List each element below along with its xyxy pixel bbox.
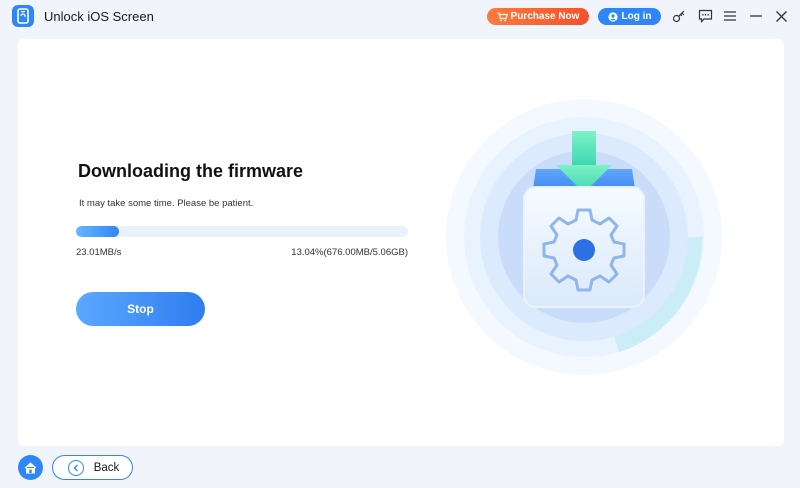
download-size-info: 13.04%(676.00MB/5.06GB) — [291, 247, 408, 258]
patience-message: It may take some time. Please be patient… — [79, 198, 254, 209]
firmware-download-gear-icon — [444, 97, 724, 377]
download-progress-bar — [76, 226, 408, 237]
home-button[interactable] — [18, 455, 43, 480]
login-label: Log in — [621, 11, 652, 22]
title-bar: Unlock iOS Screen Purchase Now Log in — [0, 0, 800, 33]
login-button[interactable]: Log in — [598, 8, 661, 25]
app-title: Unlock iOS Screen — [44, 9, 154, 24]
user-icon — [607, 11, 618, 22]
minimize-icon[interactable] — [748, 8, 764, 24]
purchase-now-label: Purchase Now — [510, 11, 580, 22]
key-icon[interactable] — [671, 8, 687, 24]
main-card: Downloading the firmware It may take som… — [18, 39, 784, 446]
download-speed: 23.01MB/s — [76, 247, 122, 258]
feedback-icon[interactable] — [697, 8, 713, 24]
purchase-now-button[interactable]: Purchase Now — [487, 8, 589, 25]
stop-button[interactable]: Stop — [76, 292, 205, 326]
page-title: Downloading the firmware — [78, 161, 304, 181]
download-progress-fill — [76, 226, 120, 237]
menu-icon[interactable] — [722, 8, 738, 24]
chevron-left-icon — [67, 459, 84, 476]
home-icon — [24, 461, 37, 473]
phone-unlock-icon — [12, 5, 34, 27]
back-label: Back — [93, 461, 120, 474]
back-button[interactable]: Back — [52, 455, 133, 480]
close-icon[interactable] — [773, 8, 789, 24]
cart-icon — [497, 11, 508, 21]
